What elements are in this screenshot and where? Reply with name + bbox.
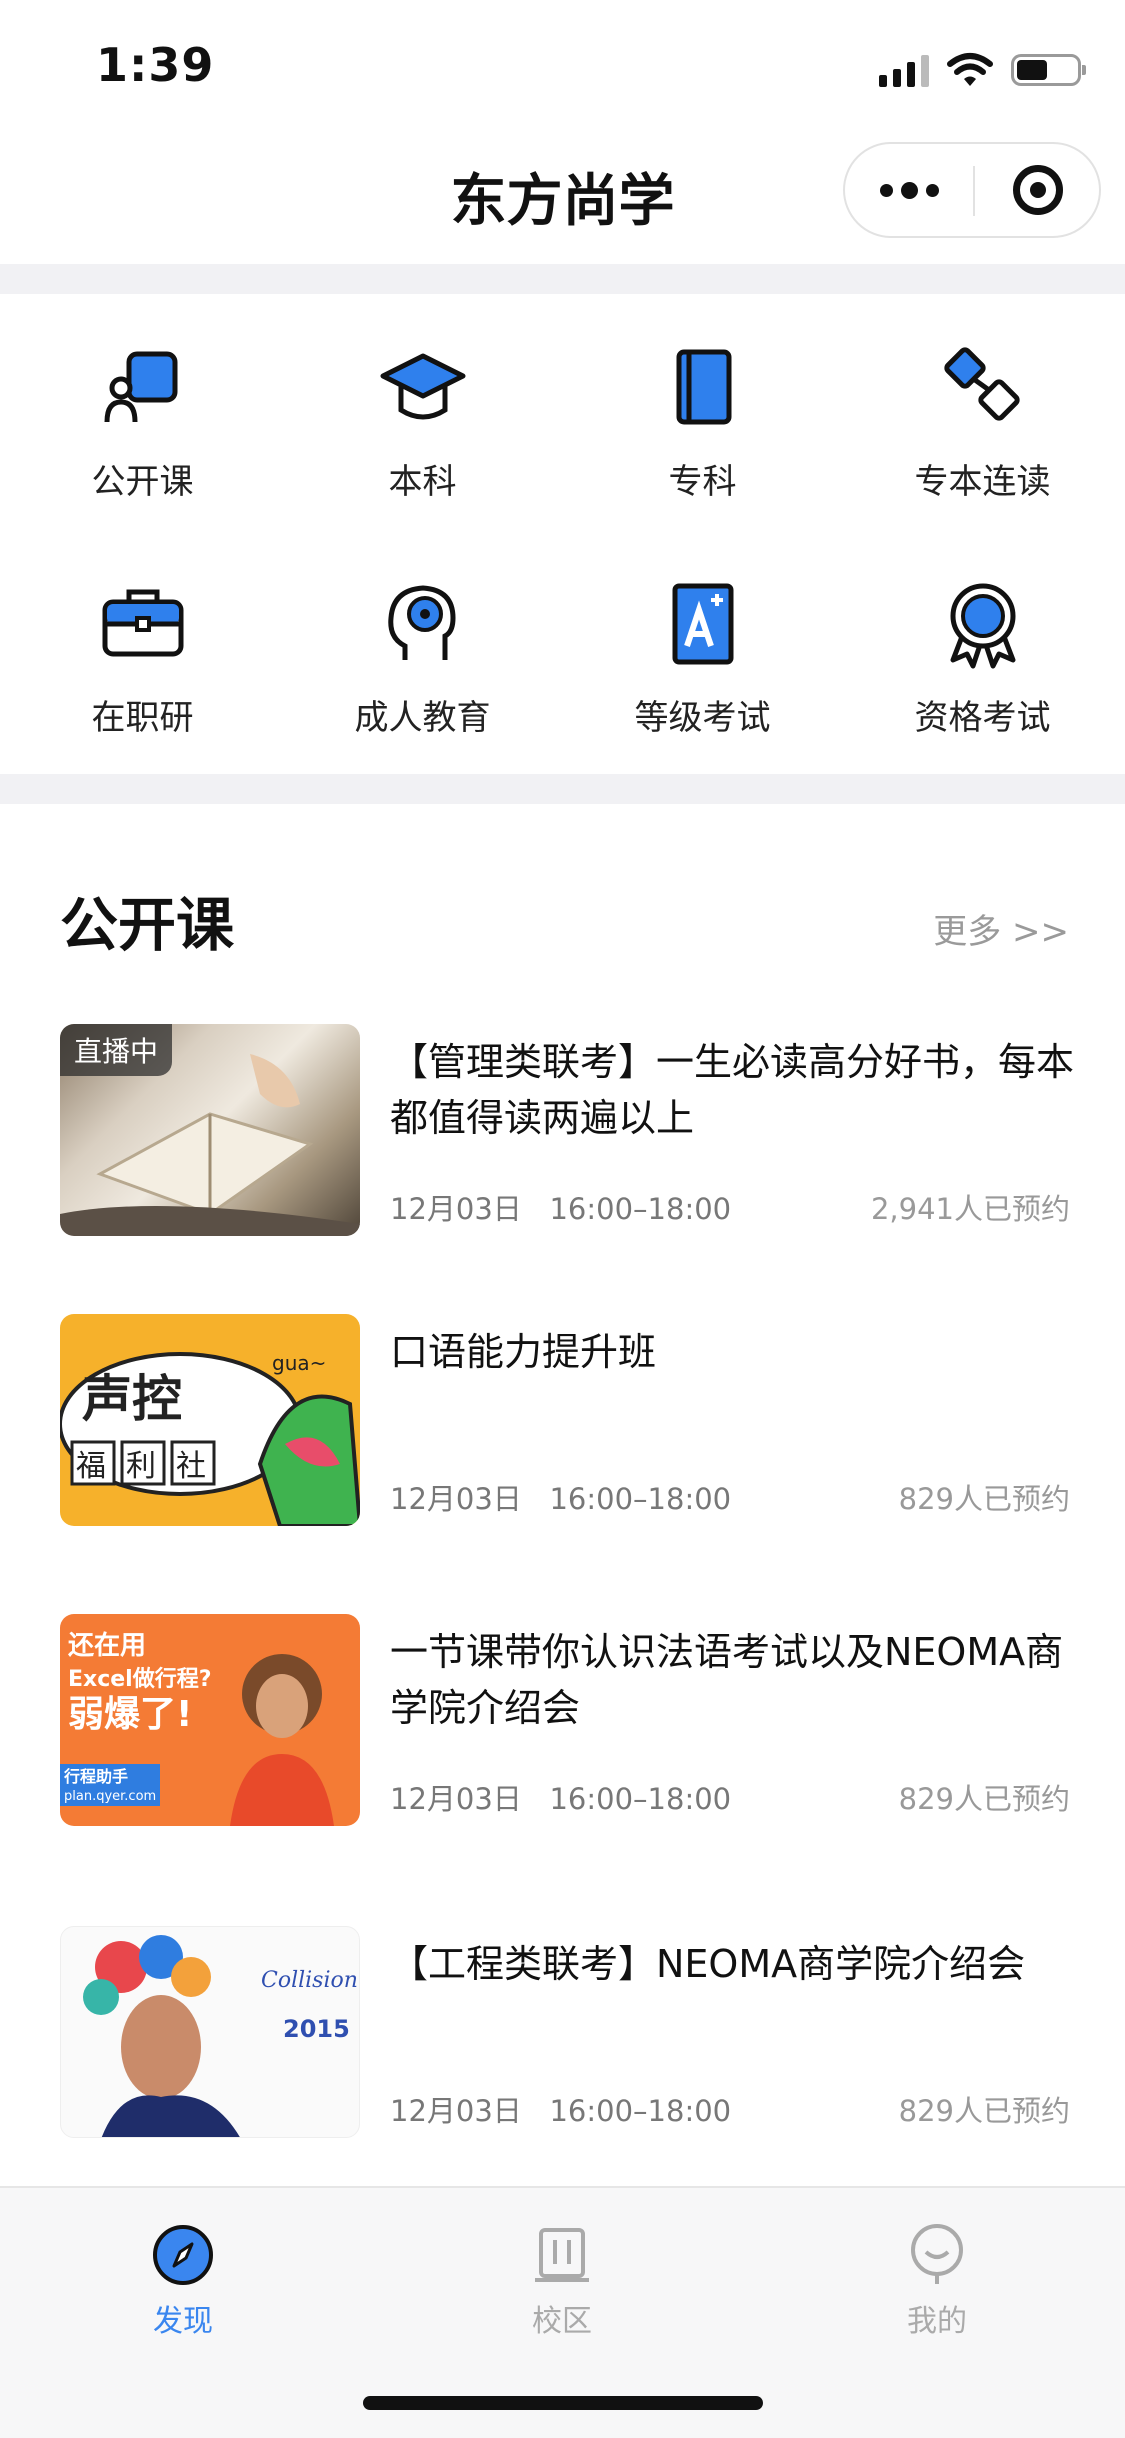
category-label: 资格考试: [914, 698, 1051, 738]
tab-label: 发现: [153, 2304, 213, 2339]
course-datetime: 12月03日 16:00–18:00: [390, 1782, 732, 1816]
head-gear-icon: [387, 585, 456, 660]
category-qualification-exam[interactable]: 资格考试: [842, 532, 1123, 752]
voice-welfare-poster-image: 声控 福 利 社 gua~: [60, 1351, 360, 1526]
course-thumbnail: 直播中: [60, 1024, 360, 1236]
graduation-cap-icon: [380, 353, 465, 420]
thumb-text: 声控: [82, 1370, 182, 1428]
status-time: 1:39: [96, 38, 215, 92]
trip-planner-ad-image: 还在用 Excel做行程? 弱爆了! 行程助手 plan.qyer.com: [60, 1631, 334, 1826]
thumb-text: plan.qyer.com: [64, 1789, 156, 1804]
thumb-text: gua~: [272, 1351, 326, 1375]
photography-exhibition-poster-image: Collision Ray 2015: [83, 1935, 360, 2137]
divider-band: [0, 774, 1125, 804]
category-label: 成人教育: [354, 698, 491, 738]
category-associate-bachelor[interactable]: 专本连读: [842, 296, 1123, 516]
profile-icon: [911, 2224, 963, 2284]
course-thumbnail: 还在用 Excel做行程? 弱爆了! 行程助手 plan.qyer.com: [60, 1614, 360, 1826]
status-icons: [879, 48, 1086, 92]
live-badge: 直播中: [60, 1024, 173, 1076]
category-label: 公开课: [91, 462, 194, 502]
course-title: 【管理类联考】一生必读高分好书，每本都值得读两遍以上: [390, 1040, 1075, 1140]
section-title: 公开课: [60, 891, 235, 959]
booking-count: 829人已预约: [898, 1482, 1070, 1516]
course-datetime: 12月03日 16:00–18:00: [390, 1192, 732, 1226]
course-title: 【工程类联考】NEOMA商学院介绍会: [390, 1942, 1026, 1986]
course-item[interactable]: 直播中 【管理类联考】一生必读高分好书，每本都值得读两遍以上 12月03日 16…: [60, 1024, 1074, 1236]
briefcase-icon: [102, 589, 183, 657]
thumb-text: 弱爆了!: [68, 1694, 192, 1735]
category-label: 等级考试: [634, 698, 771, 738]
thumb-text: Collision Ray: [261, 1968, 360, 1993]
booking-count: 2,941人已预约: [870, 1192, 1070, 1226]
award-ribbon-icon: [950, 583, 1015, 669]
thumb-text: 2015: [283, 2015, 350, 2043]
category-grid: 公开课 本科 专科 专本连读 在职研 成人教育 等级考试 资格考试: [0, 296, 1125, 774]
category-in-service-grad[interactable]: 在职研: [2, 532, 283, 752]
thumb-text: Excel做行程?: [68, 1666, 211, 1692]
tab-campus[interactable]: 校区: [462, 2222, 662, 2340]
home-indicator: [363, 2396, 763, 2410]
puzzle-link-icon: [943, 347, 1020, 421]
category-junior-college[interactable]: 专科: [562, 296, 843, 516]
thumb-text: 还在用: [68, 1631, 146, 1661]
course-item[interactable]: 还在用 Excel做行程? 弱爆了! 行程助手 plan.qyer.com 一节…: [60, 1614, 1070, 1826]
thumb-text: 社: [176, 1449, 206, 1484]
cellular-signal-icon: [879, 53, 929, 87]
course-title: 口语能力提升班: [390, 1330, 657, 1374]
category-adult-education[interactable]: 成人教育: [282, 532, 563, 752]
wifi-icon: [947, 53, 993, 86]
category-public-course[interactable]: 公开课: [2, 296, 283, 516]
booking-count: 829人已预约: [898, 1782, 1070, 1816]
course-item[interactable]: Collision Ray 2015 【工程类联考】NEOMA商学院介绍会 12…: [60, 1926, 1070, 2138]
thumb-text: 利: [126, 1449, 156, 1484]
compass-icon: [153, 2225, 213, 2285]
thumb-text: 行程助手: [63, 1767, 128, 1786]
category-label: 本科: [388, 462, 457, 502]
thumb-text: 福: [76, 1449, 106, 1484]
close-miniprogram-button[interactable]: [975, 144, 1101, 236]
category-undergraduate[interactable]: 本科: [282, 296, 563, 516]
course-thumbnail: 声控 福 利 社 gua~: [60, 1314, 360, 1526]
navigation-bar: 东方尚学: [0, 132, 1125, 264]
divider-band: [0, 264, 1125, 294]
tab-discover[interactable]: 发现: [83, 2222, 283, 2340]
course-thumbnail: Collision Ray 2015: [60, 1926, 360, 2138]
course-datetime: 12月03日 16:00–18:00: [390, 1482, 732, 1516]
teacher-board-icon: [104, 351, 177, 423]
notebook-icon: [676, 349, 731, 425]
target-circle-icon: [1013, 165, 1063, 215]
course-title: 一节课带你认识法语考试以及NEOMA商学院介绍会: [390, 1630, 1064, 1730]
campus-icon: [535, 2228, 589, 2282]
course-datetime: 12月03日 16:00–18:00: [390, 2094, 732, 2128]
more-options-button[interactable]: [845, 144, 973, 236]
category-label: 专科: [668, 462, 737, 502]
category-label: 专本连读: [914, 462, 1051, 502]
tab-label: 我的: [907, 2304, 967, 2339]
category-grade-exam[interactable]: 等级考试: [562, 532, 843, 752]
course-item[interactable]: 声控 福 利 社 gua~ 口语能力提升班 12月03日 16:00–18:00…: [60, 1314, 1070, 1526]
tab-mine[interactable]: 我的: [837, 2222, 1037, 2340]
category-label: 在职研: [91, 698, 194, 738]
miniprogram-capsule: [843, 142, 1101, 238]
booking-count: 829人已预约: [898, 2094, 1070, 2128]
battery-icon: [1011, 54, 1086, 86]
grade-a-plus-icon: [672, 583, 733, 665]
status-bar: 1:39: [0, 0, 1125, 132]
more-link[interactable]: 更多 >>: [933, 904, 1069, 953]
tab-label: 校区: [532, 2304, 592, 2339]
